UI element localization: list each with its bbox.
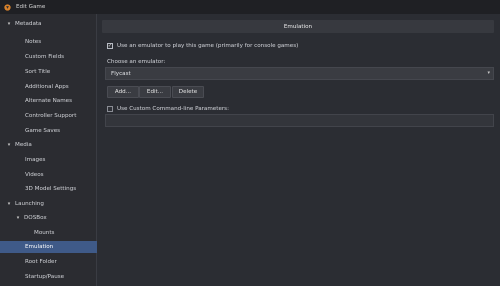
- sidebar-item-label: Launching: [15, 201, 44, 207]
- delete-button[interactable]: Delete: [172, 86, 204, 98]
- sidebar-item-media[interactable]: ▾ Media: [0, 139, 97, 151]
- sidebar-item-controller-support[interactable]: Controller Support: [0, 110, 97, 122]
- sidebar-item-notes[interactable]: Notes: [0, 36, 97, 48]
- chevron-down-icon: ▾: [487, 70, 490, 76]
- sidebar-item-game-saves[interactable]: Game Saves: [0, 125, 97, 137]
- emulator-select[interactable]: Flycast ▾: [105, 67, 494, 80]
- caret-down-icon[interactable]: ▾: [15, 215, 21, 221]
- sidebar-item-label: Videos: [25, 172, 44, 178]
- main-panel: Emulation: [97, 14, 500, 286]
- sidebar-item-label: Metadata: [15, 21, 42, 27]
- checkmark-icon: ✓: [107, 42, 113, 49]
- command-line-params-input[interactable]: [105, 114, 494, 127]
- sidebar-item-sort-title[interactable]: Sort Title: [0, 66, 97, 78]
- use-emulator-checkbox[interactable]: ✓: [107, 43, 113, 49]
- sidebar-item-label: Game Saves: [25, 128, 61, 134]
- caret-down-icon[interactable]: ▾: [6, 201, 12, 207]
- sidebar-item-label: Sort Title: [25, 69, 51, 75]
- sidebar-item-mounts[interactable]: Mounts: [0, 227, 97, 239]
- choose-emulator-label: Choose an emulator:: [107, 59, 166, 65]
- sidebar-item-label: Alternate Names: [25, 98, 73, 104]
- title-bar: Edit Game: [0, 0, 500, 14]
- sidebar-item-additional-apps[interactable]: Additional Apps: [0, 81, 97, 93]
- sidebar-item-label: Media: [15, 142, 32, 148]
- custom-params-checkbox[interactable]: [107, 106, 113, 112]
- caret-down-icon[interactable]: ▾: [6, 142, 12, 148]
- sidebar-item-label: Emulation: [25, 244, 54, 250]
- sidebar-item-label: Additional Apps: [25, 84, 69, 90]
- sidebar-item-label: Custom Fields: [25, 54, 65, 60]
- sidebar-item-label: Startup/Pause: [25, 274, 65, 280]
- sidebar: ▾ Metadata Notes Custom Fields Sort Titl…: [0, 14, 97, 286]
- caret-down-icon[interactable]: ▾: [6, 21, 12, 27]
- sidebar-item-label: Controller Support: [25, 113, 77, 119]
- sidebar-item-label: Mounts: [34, 230, 55, 236]
- section-header: Emulation: [102, 20, 494, 33]
- emulator-select-value: Flycast: [111, 70, 131, 77]
- sidebar-item-alternate-names[interactable]: Alternate Names: [0, 95, 97, 107]
- sidebar-item-3d-model-settings[interactable]: 3D Model Settings: [0, 183, 97, 195]
- sidebar-item-custom-fields[interactable]: Custom Fields: [0, 51, 97, 63]
- use-emulator-label: Use an emulator to play this game (prima…: [117, 43, 299, 49]
- sidebar-item-label: DOSBox: [24, 215, 47, 221]
- sidebar-item-launching[interactable]: ▾ Launching: [0, 198, 97, 210]
- sidebar-item-label: Notes: [25, 39, 42, 45]
- sidebar-item-emulation[interactable]: Emulation: [0, 241, 97, 253]
- app-icon: [4, 3, 11, 11]
- window-title: Edit Game: [16, 4, 46, 10]
- sidebar-item-startup-pause[interactable]: Startup/Pause: [0, 271, 97, 283]
- sidebar-item-label: Images: [25, 157, 46, 163]
- sidebar-item-images[interactable]: Images: [0, 154, 97, 166]
- sidebar-item-metadata[interactable]: ▾ Metadata: [0, 18, 97, 30]
- edit-button[interactable]: Edit...: [139, 86, 171, 98]
- add-button[interactable]: Add...: [107, 86, 139, 98]
- sidebar-item-videos[interactable]: Videos: [0, 169, 97, 181]
- sidebar-item-label: Root Folder: [25, 259, 57, 265]
- sidebar-item-dosbox[interactable]: ▾ DOSBox: [0, 212, 97, 224]
- sidebar-item-root-folder[interactable]: Root Folder: [0, 256, 97, 268]
- custom-params-label: Use Custom Command-line Parameters:: [117, 106, 229, 112]
- custom-params-option[interactable]: Use Custom Command-line Parameters:: [107, 106, 229, 112]
- sidebar-item-label: 3D Model Settings: [25, 186, 77, 192]
- use-emulator-option[interactable]: ✓ Use an emulator to play this game (pri…: [107, 43, 298, 49]
- section-title: Emulation: [283, 23, 313, 30]
